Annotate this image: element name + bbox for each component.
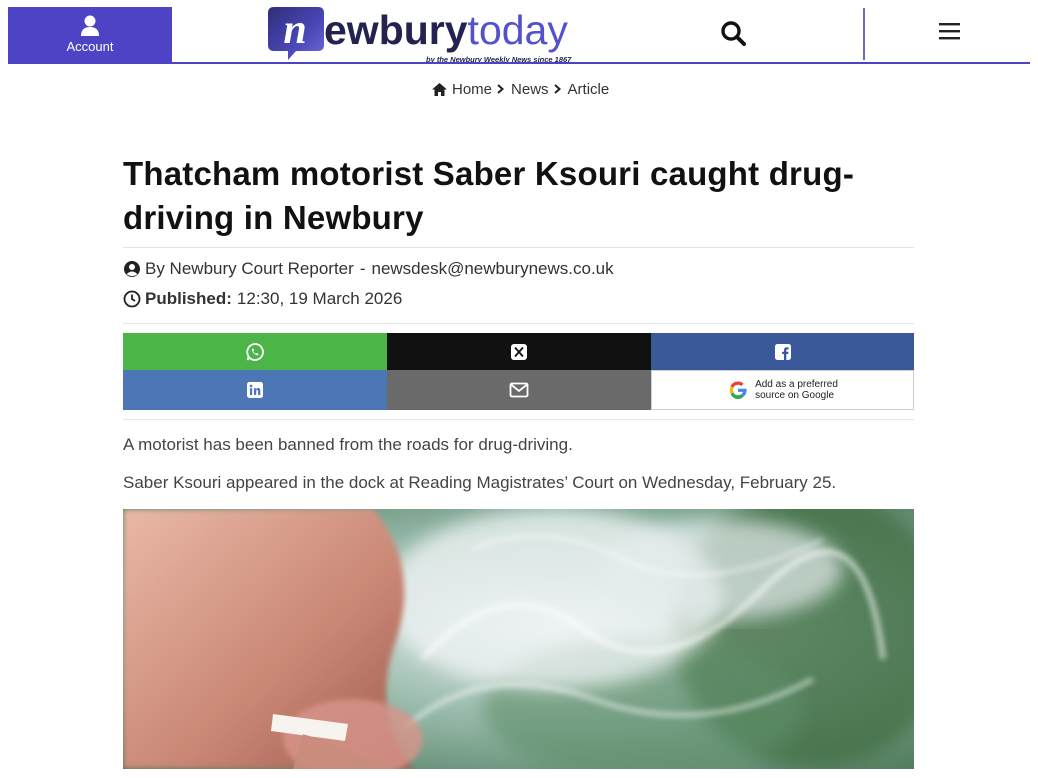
article: Thatcham motorist Saber Ksouri caught dr… bbox=[123, 152, 914, 769]
chevron-right-icon bbox=[553, 84, 561, 94]
share-buttons: Add as a preferred source on Google bbox=[123, 333, 914, 410]
facebook-icon bbox=[774, 343, 791, 360]
breadcrumb-news[interactable]: News bbox=[511, 81, 549, 98]
clock-icon bbox=[123, 290, 141, 308]
logo-brand-bold: ewbury bbox=[324, 7, 468, 53]
byline-author: By Newbury Court Reporter bbox=[145, 259, 354, 278]
chevron-right-icon bbox=[497, 84, 505, 94]
logo-wordmark: ewburytoday bbox=[324, 5, 568, 55]
envelope-icon bbox=[509, 382, 529, 398]
search-button[interactable] bbox=[716, 16, 752, 50]
whatsapp-icon bbox=[246, 342, 264, 361]
byline-row: By Newbury Court Reporter - newsdesk@new… bbox=[123, 254, 914, 284]
article-hero-image bbox=[123, 509, 914, 769]
share-whatsapp-button[interactable] bbox=[123, 333, 387, 370]
article-paragraph: A motorist has been banned from the road… bbox=[123, 435, 573, 454]
title-divider bbox=[123, 247, 914, 248]
account-button[interactable]: Account bbox=[8, 7, 172, 62]
google-preferred-source-button[interactable]: Add as a preferred source on Google bbox=[651, 370, 914, 410]
account-label: Account bbox=[66, 39, 114, 54]
header-underline bbox=[8, 62, 1030, 64]
share-divider bbox=[123, 419, 914, 420]
breadcrumb: Home News Article bbox=[431, 78, 609, 100]
logo-bubble-icon: n bbox=[268, 7, 324, 60]
published-label: Published: bbox=[145, 289, 232, 308]
share-email-button[interactable] bbox=[387, 370, 651, 410]
site-logo[interactable]: n ewburytoday by the Newbury Weekly News… bbox=[266, 3, 606, 67]
article-title: Thatcham motorist Saber Ksouri caught dr… bbox=[123, 155, 855, 236]
hamburger-menu-icon bbox=[939, 23, 960, 40]
share-x-button[interactable] bbox=[387, 333, 651, 370]
smoke-photo bbox=[123, 509, 914, 769]
search-icon bbox=[721, 21, 746, 46]
google-line2: source on Google bbox=[755, 390, 835, 401]
x-icon bbox=[511, 343, 527, 360]
user-circle-icon bbox=[124, 261, 140, 277]
byline-email[interactable]: newsdesk@newburynews.co.uk bbox=[371, 259, 613, 279]
home-icon bbox=[432, 82, 447, 96]
google-icon bbox=[729, 381, 747, 399]
byline-separator: - bbox=[359, 259, 366, 278]
share-linkedin-button[interactable] bbox=[123, 370, 387, 410]
breadcrumb-article: Article bbox=[567, 80, 610, 98]
logo-initial: n bbox=[283, 7, 306, 53]
linkedin-icon bbox=[247, 382, 263, 398]
published-date: 12:30, 19 March 2026 bbox=[236, 289, 403, 308]
user-icon bbox=[81, 15, 99, 36]
google-source-text: Add as a preferred source on Google bbox=[755, 379, 838, 401]
meta-divider bbox=[123, 323, 914, 324]
share-facebook-button[interactable] bbox=[651, 333, 914, 370]
google-line1: Add as a preferred bbox=[755, 379, 838, 390]
published-row: Published: 12:30, 19 March 2026 bbox=[123, 284, 914, 314]
logo-brand-light: today bbox=[467, 7, 568, 53]
menu-button[interactable] bbox=[934, 14, 966, 48]
site-header: Account n ewburytoday by the Newbury Wee… bbox=[0, 0, 1038, 66]
breadcrumb-home[interactable]: Home bbox=[452, 81, 492, 98]
article-paragraph: Saber Ksouri appeared in the dock at Rea… bbox=[123, 473, 837, 492]
header-divider bbox=[863, 8, 865, 60]
